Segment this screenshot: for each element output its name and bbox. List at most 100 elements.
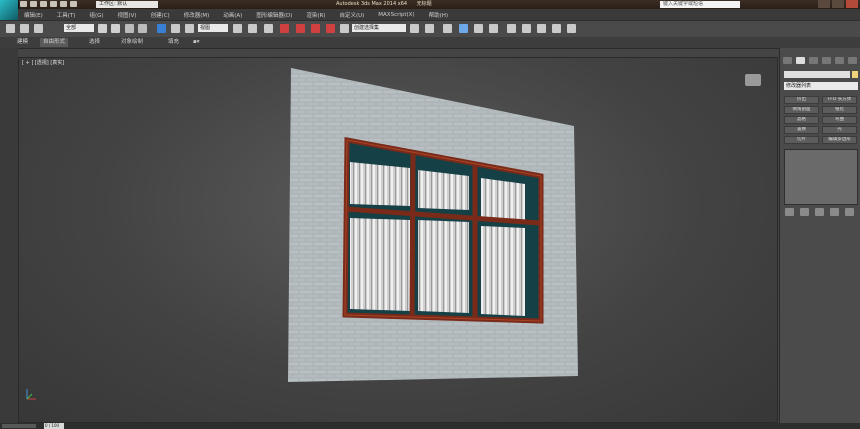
rendered-frame-window-icon[interactable] [537,24,546,33]
move-icon[interactable] [157,24,166,33]
tab-object-paint[interactable]: 对象绘制 [118,38,146,47]
render-setup-icon[interactable] [522,24,531,33]
mirror-icon[interactable] [410,24,419,33]
tab-modeling[interactable]: 建模 [14,38,31,47]
selection-filter-dropdown[interactable]: 全部 [64,24,94,32]
window-crossing-icon[interactable] [138,24,147,33]
object-color-swatch[interactable] [852,71,858,78]
open-file-icon[interactable] [30,1,37,7]
configure-modifier-sets-icon[interactable] [845,208,854,216]
menu-help[interactable]: 帮助(H) [429,11,448,19]
edit-named-selection-icon[interactable] [340,24,349,33]
search-input[interactable]: 键入关键字或短语 [660,1,740,8]
show-end-result-icon[interactable] [800,208,809,216]
menu-rendering[interactable]: 渲染(R) [306,11,325,19]
tab-populate[interactable]: 填充 [165,38,182,47]
modifier-button-displace[interactable]: 置换 [784,126,819,134]
select-object-icon[interactable] [98,24,107,33]
ribbon-options-toggle[interactable]: ▪▾ [190,38,203,47]
time-slider[interactable] [2,424,36,428]
save-file-icon[interactable] [40,1,47,7]
pivot-center-icon[interactable] [233,24,242,33]
minimize-button[interactable] [818,0,830,8]
select-link-icon[interactable] [6,24,15,33]
snaps-toggle-icon[interactable] [280,24,289,33]
curtain-lower-left [350,218,410,311]
command-panel-tabs [783,57,857,64]
modifier-button-lattice[interactable]: 晶格 [784,116,819,124]
selection-region-icon[interactable] [125,24,134,33]
menu-graph-editors[interactable]: 图形编辑器(D) [256,11,292,19]
modifier-button-taper[interactable]: 锥化 [822,106,857,114]
modifier-button-bend[interactable]: 弯曲 [822,116,857,124]
undo-icon[interactable] [50,1,57,7]
layer-manager-icon[interactable] [443,24,452,33]
menu-views[interactable]: 视图(V) [118,11,137,19]
modifier-button-bevel-profile[interactable]: 倒角剖面 [784,106,819,114]
modifier-button-shell[interactable]: 壳 [822,126,857,134]
render-iterative-icon[interactable] [567,24,576,33]
modifier-list-dropdown[interactable]: 修改器列表 [784,82,858,90]
pin-stack-icon[interactable] [785,208,794,216]
curtain-upper-left [350,162,410,206]
window-title: Autodesk 3ds Max 2014 x64 无标题 [336,0,432,9]
utilities-tab-icon[interactable] [848,57,857,64]
menu-animation[interactable]: 动画(A) [223,11,242,19]
maximize-button[interactable] [832,0,844,8]
material-editor-icon[interactable] [507,24,516,33]
render-production-icon[interactable] [552,24,561,33]
select-manipulate-icon[interactable] [248,24,257,33]
workspace-dropdown[interactable]: 工作区: 默认 [96,1,158,8]
select-by-name-icon[interactable] [111,24,120,33]
modifier-button-extrude[interactable]: 挤出 [784,96,819,104]
modifier-button-ffd-box[interactable]: FFD 长方体 [822,96,857,104]
spinner-snap-icon[interactable] [326,24,335,33]
app-logo-icon[interactable] [0,0,19,20]
scale-icon[interactable] [185,24,194,33]
modifier-button-edit-poly[interactable]: 编辑多边形 [822,136,857,144]
frame-counter: 0 / 100 [44,423,64,429]
status-bar: 0 / 100 [0,423,860,429]
align-icon[interactable] [425,24,434,33]
menu-tools[interactable]: 工具(T) [57,11,76,19]
hierarchy-tab-icon[interactable] [809,57,818,64]
redo-icon[interactable] [60,1,67,7]
modifier-stack[interactable] [784,149,858,205]
rotate-icon[interactable] [171,24,180,33]
remove-modifier-icon[interactable] [830,208,839,216]
curve-editor-icon[interactable] [474,24,483,33]
angle-snap-icon[interactable] [296,24,305,33]
modifier-button-slice[interactable]: 切片 [784,136,819,144]
percent-snap-icon[interactable] [311,24,320,33]
menu-group[interactable]: 组(G) [89,11,103,19]
tab-freeform[interactable]: 自由形式 [40,38,69,47]
modify-tab-icon[interactable] [796,57,805,64]
keyboard-shortcut-icon[interactable] [264,24,273,33]
tab-selection[interactable]: 选择 [86,38,103,47]
bind-space-warp-icon[interactable] [34,24,43,33]
reference-coord-dropdown[interactable]: 视图 [198,24,228,32]
menu-customize[interactable]: 自定义(U) [339,11,364,19]
graphite-ribbon-icon[interactable] [459,24,468,33]
curtain-upper-right [481,178,525,221]
close-button[interactable] [846,0,858,8]
make-unique-icon[interactable] [815,208,824,216]
perspective-viewport[interactable]: [ + ] [透视] [真实] [18,57,778,423]
menu-edit[interactable]: 编辑(E) [24,11,43,19]
project-folder-icon[interactable] [70,1,77,7]
named-selection-dropdown[interactable]: 创建选择集 [352,24,406,32]
menu-bar: 编辑(E) 工具(T) 组(G) 视图(V) 创建(C) 修改器(M) 动画(A… [18,9,860,20]
object-name-field[interactable] [784,71,850,78]
create-tab-icon[interactable] [783,57,792,64]
stack-controls [785,208,854,216]
unlink-icon[interactable] [20,24,29,33]
motion-tab-icon[interactable] [822,57,831,64]
new-file-icon[interactable] [20,1,27,7]
menu-create[interactable]: 创建(C) [151,11,170,19]
display-tab-icon[interactable] [835,57,844,64]
title-bar: 工作区: 默认 Autodesk 3ds Max 2014 x64 无标题 键入… [0,0,860,20]
schematic-view-icon[interactable] [489,24,498,33]
menu-maxscript[interactable]: MAXScript(X) [378,12,414,18]
main-toolbar: 全部 视图 创建选择集 [0,20,860,38]
menu-modifiers[interactable]: 修改器(M) [184,11,210,19]
